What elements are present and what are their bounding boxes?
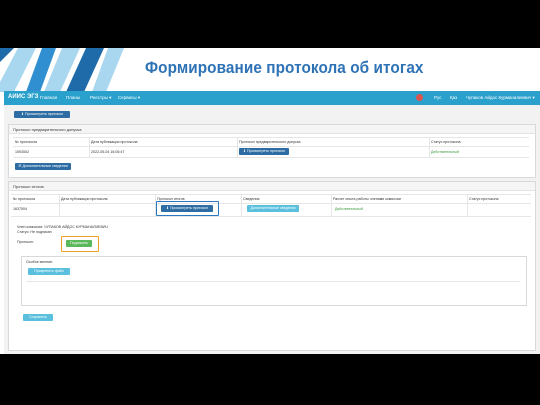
slide: Формирование протокола об итогах АИИС ЭГ… bbox=[0, 48, 540, 354]
col-protocol-status: Статус протокола bbox=[431, 140, 461, 144]
results-row-status: Действительный bbox=[335, 207, 363, 211]
highlight-sign-button bbox=[61, 236, 99, 252]
slide-title: Формирование протокола об итогах bbox=[145, 58, 424, 77]
lang-kz-link[interactable]: Қаз bbox=[450, 95, 457, 100]
brand-logo[interactable]: АИИС ЭГЗ bbox=[8, 94, 38, 100]
prelim-row-date: 2022-05-04 16:05:47 bbox=[91, 150, 125, 154]
nav-item-home[interactable]: Главная bbox=[40, 95, 57, 100]
top-navbar: АИИС ЭГЗ Главная Планы Реестры ▾ Сервисы… bbox=[4, 91, 540, 105]
view-protocol-button-top[interactable]: ⬇ Просмотреть протокол bbox=[14, 111, 70, 118]
prelim-row-status: Действительный bbox=[431, 150, 459, 154]
commission-member: Член комиссии: ЧУПАКОВ АЙДОС КУРМАНАЛИЕВ… bbox=[17, 225, 108, 229]
results-card-title: Протокол итогов bbox=[13, 184, 44, 189]
col-protocol-status: Статус протокола bbox=[469, 197, 499, 201]
save-button[interactable]: Сохранить bbox=[23, 314, 53, 321]
lang-ru-link[interactable]: Рус bbox=[434, 95, 441, 100]
col-protocol-number: № протокола bbox=[15, 140, 37, 144]
prelim-row-number: 1593502 bbox=[15, 150, 29, 154]
col-protocol-number: № протокола bbox=[13, 197, 35, 201]
nav-item-registers[interactable]: Реестры ▾ bbox=[90, 95, 111, 101]
col-details: Сведения bbox=[243, 197, 260, 201]
results-row-number: 1637504 bbox=[13, 207, 27, 211]
col-prelim-protocol: Протокол предварительного допуска bbox=[239, 140, 301, 144]
notification-icon[interactable] bbox=[416, 94, 423, 101]
attach-file-button[interactable]: Прикрепить файл bbox=[28, 268, 70, 275]
special-opinion-label: Особое мнение: bbox=[26, 260, 54, 264]
col-publish-date: Дата публикации протокола bbox=[61, 197, 108, 201]
results-protocol-card: Протокол итогов № протокола Дата публика… bbox=[8, 181, 536, 351]
highlight-view-protocol bbox=[156, 201, 219, 216]
prelim-admission-card: Протокол предварительного допуска № прот… bbox=[8, 124, 536, 178]
view-prelim-protocol-button[interactable]: ⬇ Просмотреть протокол bbox=[239, 148, 289, 155]
results-details-button[interactable]: Дополнительные сведения bbox=[247, 205, 299, 212]
prelim-card-header: Протокол предварительного допуска bbox=[9, 125, 535, 134]
col-experience-calc: Расчет опыта работы членами комиссии bbox=[333, 197, 401, 201]
prelim-card-title: Протокол предварительного допуска bbox=[13, 127, 82, 132]
col-publish-date: Дата публикации протокола bbox=[91, 140, 138, 144]
nav-item-plans[interactable]: Планы bbox=[66, 95, 80, 100]
nav-item-services[interactable]: Сервисы ▾ bbox=[118, 95, 140, 101]
results-card-header: Протокол итогов bbox=[9, 182, 535, 191]
special-opinion-panel: Особое мнение: Прикрепить файл bbox=[21, 256, 527, 306]
app-window: АИИС ЭГЗ Главная Планы Реестры ▾ Сервисы… bbox=[4, 91, 540, 354]
decorative-stripes bbox=[0, 48, 124, 92]
additional-info-button[interactable]: ☰ Дополнительные сведения bbox=[15, 163, 71, 170]
protocol-label: Протокол: bbox=[17, 240, 34, 244]
user-menu[interactable]: Чупаков Айдос Курманалиевич ▾ bbox=[466, 95, 535, 101]
view-protocol-label: Просмотреть протокол bbox=[25, 112, 63, 116]
sign-status: Статус: Не подписан bbox=[17, 230, 52, 234]
